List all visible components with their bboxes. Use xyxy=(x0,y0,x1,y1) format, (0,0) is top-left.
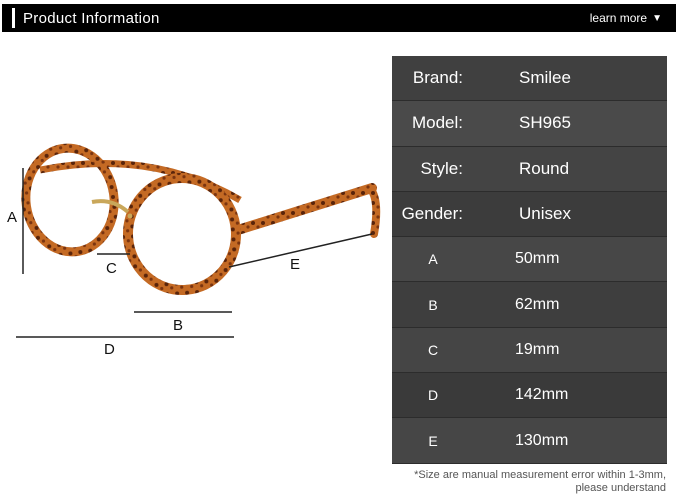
measurement-note: *Size are manual measurement error withi… xyxy=(366,469,666,495)
dimension-e-line xyxy=(228,233,373,268)
spec-value-c: 19mm xyxy=(515,340,560,358)
dimension-c-label: C xyxy=(106,260,117,277)
spec-value-b: 62mm xyxy=(515,295,560,313)
spec-value-brand: Smilee xyxy=(519,68,571,88)
spec-label-brand: Brand: xyxy=(412,68,463,88)
spec-value-model: SH965 xyxy=(519,113,571,133)
header-accent-bar xyxy=(12,8,15,28)
spec-label-a: A xyxy=(428,251,438,268)
dimension-b-label: B xyxy=(173,317,183,334)
dimension-e-label: E xyxy=(290,256,300,273)
header-left: Product Information xyxy=(2,4,160,32)
spec-row-e: E 130mm xyxy=(392,418,667,464)
spec-value-gender: Unisex xyxy=(519,204,571,224)
spec-row-d: D 142mm xyxy=(392,373,667,419)
spec-label-b: B xyxy=(428,296,438,313)
spec-label-style: Style: xyxy=(420,158,463,178)
dimension-a-label: A xyxy=(7,209,17,226)
dimension-d-label: D xyxy=(104,341,115,358)
measurement-note-line2: please understand xyxy=(575,482,666,494)
spec-row-b: B 62mm xyxy=(392,282,667,328)
spec-label-model: Model: xyxy=(411,113,463,133)
spec-row-model: Model: SH965 xyxy=(392,101,667,147)
spec-label-c: C xyxy=(427,341,439,358)
spec-label-e: E xyxy=(428,432,438,449)
spec-row-brand: Brand: Smilee xyxy=(392,56,667,102)
section-title: Product Information xyxy=(23,9,160,27)
spec-value-e: 130mm xyxy=(515,431,569,449)
section-header: Product Information learn more ▼ xyxy=(2,4,676,32)
spec-value-d: 142mm xyxy=(515,386,569,404)
spec-table: Brand: Smilee Model: SH965 Style: Round … xyxy=(392,56,667,464)
spec-label-gender: Gender: xyxy=(401,204,463,224)
spec-row-style: Style: Round xyxy=(392,146,667,192)
spec-row-c: C 19mm xyxy=(392,327,667,374)
glasses-image xyxy=(21,143,381,295)
glasses-diagram: A C E B D xyxy=(7,143,381,358)
spec-row-a: A 50mm xyxy=(392,237,667,283)
spec-value-style: Round xyxy=(519,158,570,178)
spec-value-a: 50mm xyxy=(515,250,560,268)
measurement-note-line1: *Size are manual measurement error withi… xyxy=(414,469,666,481)
spec-label-d: D xyxy=(427,387,439,404)
spec-row-gender: Gender: Unisex xyxy=(392,191,667,238)
caret-down-icon: ▼ xyxy=(652,12,662,24)
learn-more-link[interactable]: learn more ▼ xyxy=(590,11,662,25)
learn-more-label: learn more xyxy=(589,11,648,25)
